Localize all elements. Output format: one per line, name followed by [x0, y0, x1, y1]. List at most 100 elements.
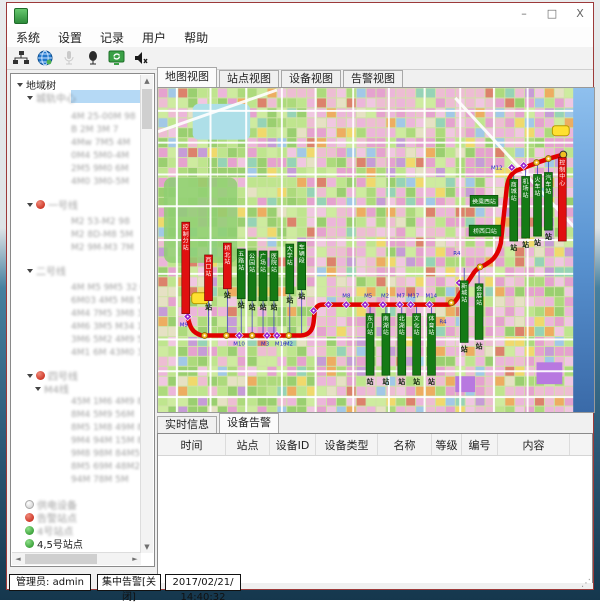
tree-item[interactable]: 一号线 — [13, 197, 140, 210]
scrollbar-thumb[interactable] — [25, 554, 97, 564]
tree-item[interactable]: 4号站点 — [13, 523, 140, 536]
svg-text:站: 站 — [523, 191, 529, 199]
tree-item-value: 2M5 9M0 6M — [71, 163, 129, 175]
tree-item[interactable]: M2 8D-M8 5M — [13, 229, 140, 242]
line-code-label: M14 — [426, 294, 438, 300]
monitor-refresh-icon[interactable] — [107, 49, 127, 67]
tab-station-view[interactable]: 站点视图 — [219, 70, 279, 87]
alarm-table-body[interactable] — [158, 456, 592, 583]
chevron-down-icon[interactable] — [27, 269, 33, 273]
column-device-id[interactable]: 设备ID — [270, 434, 316, 455]
tree-item[interactable]: 3M6 5M2 4M9 5M — [13, 334, 140, 347]
speaker-mute-icon[interactable] — [131, 49, 151, 67]
tree-item-value: 0M4 5M0-4M — [71, 150, 129, 162]
tree-horizontal-scrollbar[interactable]: ◄ ► — [12, 552, 141, 565]
close-button[interactable]: X — [571, 5, 589, 23]
line-code-label: M17 — [408, 294, 420, 300]
tab-map-view[interactable]: 地图视图 — [157, 67, 217, 87]
tree-item[interactable]: 地域树 — [13, 77, 140, 90]
tree-item[interactable]: 4M M5 9M5 32 6M — [13, 282, 140, 295]
column-number[interactable]: 编号 — [462, 434, 498, 455]
column-time[interactable]: 时间 — [158, 434, 226, 455]
station-suffix-label: 站 — [298, 292, 305, 301]
menu-user[interactable]: 用户 — [133, 29, 175, 46]
central-alarm-toggle[interactable]: 集中告警[关闭] — [97, 574, 161, 591]
mic-disabled-icon[interactable] — [59, 49, 79, 67]
tree-item[interactable]: 8M5 69M 48M2 4M84 — [13, 461, 140, 474]
tree-item[interactable]: 9M4 94M 15M 8M1 5M2 — [13, 435, 140, 448]
tree-item[interactable]: M4线 — [13, 381, 140, 394]
tree-item[interactable]: 4M4 7M5 3M8 3 — [13, 308, 140, 321]
column-name[interactable]: 名称 — [378, 434, 432, 455]
tree-vertical-scrollbar[interactable]: ▲ ▼ — [140, 75, 153, 553]
tree-item[interactable]: 告警站点 — [13, 510, 140, 523]
chevron-down-icon[interactable] — [27, 374, 33, 378]
station-suffix-label: 站 — [534, 238, 541, 247]
column-content[interactable]: 内容 — [498, 434, 570, 455]
tree-item[interactable]: 8M5 1M8 49M 8M5 4M — [13, 422, 140, 435]
tree-item[interactable]: 9M8 98M 84M5 4M8 3 — [13, 448, 140, 461]
scroll-up-icon[interactable]: ▲ — [141, 75, 153, 87]
tree-item-value: 8M5 1M8 49M 8M5 4M — [71, 422, 140, 434]
tree-item[interactable]: 8M4 5M9 56M — [13, 409, 140, 422]
highlight-box — [552, 126, 569, 136]
column-station[interactable]: 站点 — [226, 434, 270, 455]
maximize-button[interactable]: □ — [543, 5, 561, 23]
scroll-left-icon[interactable]: ◄ — [12, 553, 24, 565]
tab-realtime-info[interactable]: 实时信息 — [157, 416, 217, 433]
line-code-label: M7 — [397, 294, 405, 300]
info-tabs: 实时信息 设备告警 — [157, 416, 281, 433]
chevron-down-icon[interactable] — [27, 203, 33, 207]
tree-item[interactable]: 4M0 3M0-5M — [13, 176, 140, 189]
station-suffix-label: 站 — [398, 377, 405, 386]
tree-item[interactable]: 2M5 9M0 6M — [13, 163, 140, 176]
tree-item-label: 二号线 — [36, 267, 66, 278]
menu-system[interactable]: 系统 — [7, 29, 49, 46]
resize-grip[interactable]: ⋰ — [581, 578, 591, 589]
tree-item[interactable]: M2 9M-M3 7M — [13, 242, 140, 255]
scroll-right-icon[interactable]: ► — [129, 553, 141, 565]
column-level[interactable]: 等级 — [432, 434, 462, 455]
topology-icon[interactable] — [11, 49, 31, 67]
tree-item[interactable]: B 2M 3M 7 — [13, 124, 140, 137]
tree-item[interactable]: 4M1 6M 43M0 3 — [13, 347, 140, 360]
app-window: – □ X 系统 设置 记录 用户 帮助 地域树城轨中心4M 25-00 — [6, 2, 594, 590]
minimize-button[interactable]: – — [515, 5, 533, 23]
tree-item[interactable]: 4,5号站点 — [13, 536, 140, 549]
tree-item[interactable]: 四号线 — [13, 368, 140, 381]
title-bar[interactable]: – □ X — [7, 3, 593, 27]
scrollbar-thumb[interactable] — [142, 89, 152, 129]
tree-item[interactable]: 0M4 5M0-4M — [13, 150, 140, 163]
metro-map[interactable]: 控制分站西口站站桥北站站五路站站公园站站广场站站医院站站大学站站车辆段站东门站站… — [157, 87, 595, 413]
tree-item[interactable]: 供电设备 — [13, 497, 140, 510]
tree-item[interactable]: 4Mw 7M5 4M — [13, 137, 140, 150]
chevron-down-icon[interactable] — [17, 83, 23, 87]
tree-item[interactable]: 4M 25-00M 98 — [13, 111, 140, 124]
column-device-type[interactable]: 设备类型 — [316, 434, 378, 455]
admin-status: 管理员: admin — [9, 574, 91, 591]
tree-item[interactable]: 二号线 — [13, 263, 140, 276]
station-label: 桥西口站 — [473, 227, 497, 235]
tree-item[interactable]: 45M 1M6 4M9 8M08 — [13, 396, 140, 409]
menu-help[interactable]: 帮助 — [175, 29, 217, 46]
tab-alarm-view[interactable]: 告警视图 — [343, 70, 403, 87]
tree-item[interactable]: M2 53-M2 98 — [13, 216, 140, 229]
tree-item[interactable]: 94M 78M 5M — [13, 474, 140, 487]
menu-settings[interactable]: 设置 — [49, 29, 91, 46]
tree-item[interactable]: 城轨中心 — [13, 90, 140, 103]
station-suffix-label: 站 — [461, 344, 468, 353]
globe-icon[interactable] — [35, 49, 55, 67]
chevron-down-icon[interactable] — [27, 96, 33, 100]
chevron-down-icon[interactable] — [35, 387, 41, 391]
station-suffix-label: 站 — [224, 291, 231, 300]
tree-item[interactable]: 4M6 3M5 M34 12 — [13, 321, 140, 334]
scroll-down-icon[interactable]: ▼ — [141, 541, 153, 553]
tree-item-value: 4M1 6M 43M0 3 — [71, 347, 140, 359]
svg-text:站: 站 — [249, 265, 255, 273]
menu-records[interactable]: 记录 — [91, 29, 133, 46]
tree-item[interactable]: 6M03 4M5 M8 5 — [13, 295, 140, 308]
tree-item-value: B 2M 3M 7 — [71, 124, 118, 136]
tab-device-view[interactable]: 设备视图 — [281, 70, 341, 87]
tab-device-alarm[interactable]: 设备告警 — [219, 413, 279, 433]
record-icon[interactable] — [83, 49, 103, 67]
